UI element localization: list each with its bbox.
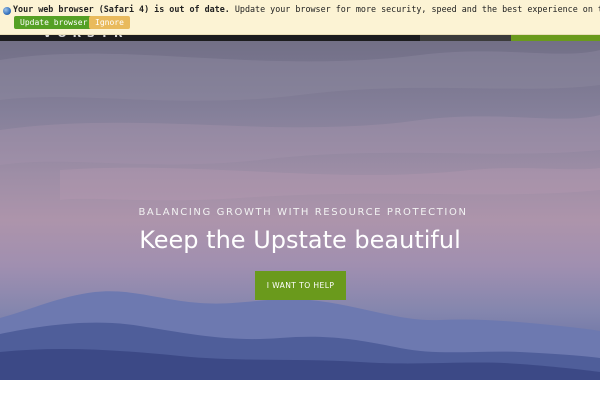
banner-body: Update your browser for more security, s…	[234, 4, 600, 14]
hero-tagline: BALANCING GROWTH WITH RESOURCE PROTECTIO…	[138, 207, 468, 218]
hero-headline: Keep the Upstate beautiful	[139, 226, 461, 254]
outdated-browser-banner: Your web browser (Safari 4) is out of da…	[0, 0, 600, 35]
page-content-start	[0, 380, 600, 400]
page: BALANCING GROWTH WITH RESOURCE PROTECTIO…	[0, 0, 600, 400]
banner-message: Your web browser (Safari 4) is out of da…	[13, 4, 600, 14]
banner-headline: Your web browser (Safari 4) is out of da…	[13, 4, 230, 14]
hero-section: BALANCING GROWTH WITH RESOURCE PROTECTIO…	[0, 0, 600, 380]
ignore-button[interactable]: Ignore	[89, 16, 130, 29]
i-want-to-help-button[interactable]: I WANT TO HELP	[255, 271, 346, 300]
hero-background-image	[0, 50, 600, 380]
update-browser-button[interactable]: Update browser	[14, 16, 94, 29]
info-icon	[3, 7, 11, 15]
